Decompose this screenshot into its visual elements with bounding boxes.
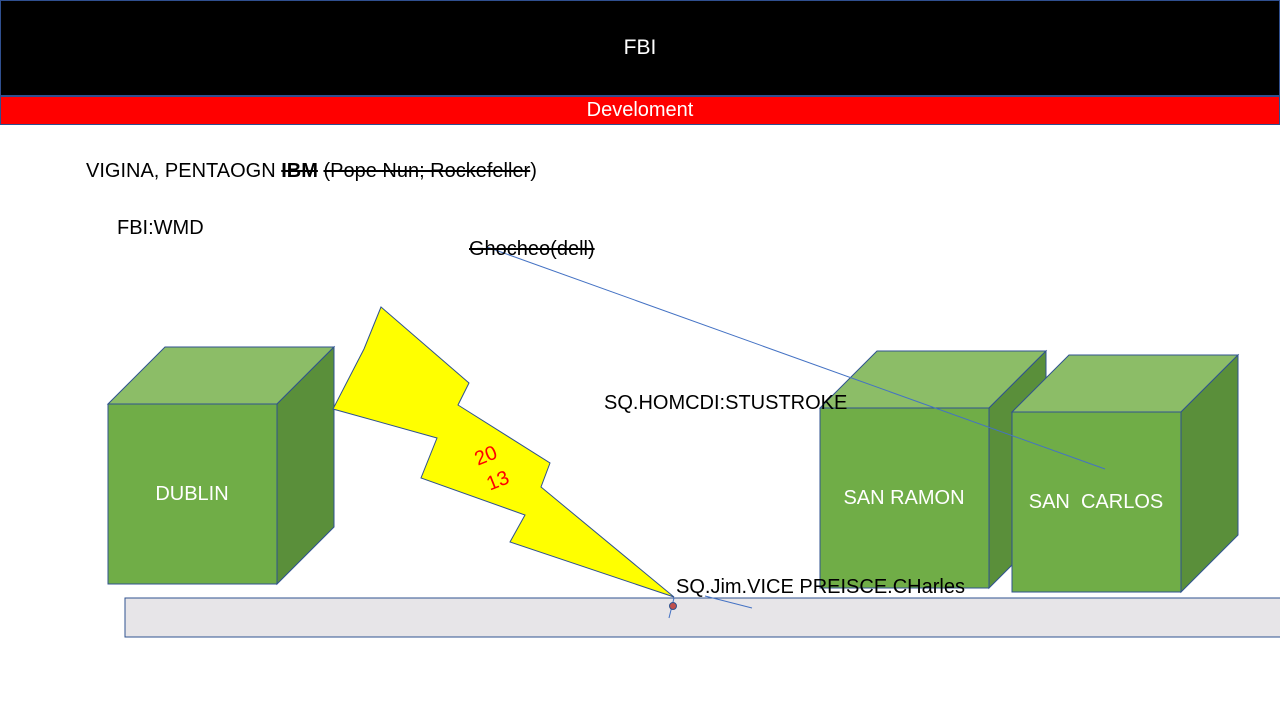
ibm-struck: IBM — [281, 160, 318, 182]
location-prefix: VIGINA, PENTAOGN — [86, 160, 282, 182]
cube-san-ramon-label: SAN RAMON — [843, 487, 964, 509]
lightning-bolt: 20 13 — [332, 306, 675, 598]
diagram-canvas: DUBLIN 20 13 SAN RAMON SAN CARLOS — [106, 246, 1280, 638]
location-suffix: ) — [530, 160, 537, 182]
ghocheo-label: Ghocheo(dell) — [469, 238, 595, 260]
slide: FBI Develoment DUBLIN 20 13 SAN RAMON SA… — [0, 0, 1280, 720]
cube-dublin: DUBLIN — [106, 345, 336, 586]
sq-jim-label: SQ.Jim.VICE PREISCE.CHarles — [676, 576, 965, 598]
pope-nun-struck: (Pope Nun; Rockefeller — [323, 160, 531, 182]
cube-dublin-label: DUBLIN — [155, 483, 228, 505]
cube-san-carlos-label: SAN CARLOS — [1029, 491, 1163, 513]
connector-point — [669, 602, 677, 610]
sq-homcdi-label: SQ.HOMCDI:STUSTROKE — [604, 392, 848, 414]
location-line: VIGINA, PENTAOGN IBM (Pope Nun; Rockefel… — [86, 160, 537, 183]
cube-san-carlos: SAN CARLOS — [1010, 353, 1240, 594]
baseline-strip — [124, 597, 1280, 638]
lightning-bolt-shape — [332, 306, 675, 598]
fbi-wmd-label: FBI:WMD — [117, 217, 204, 239]
